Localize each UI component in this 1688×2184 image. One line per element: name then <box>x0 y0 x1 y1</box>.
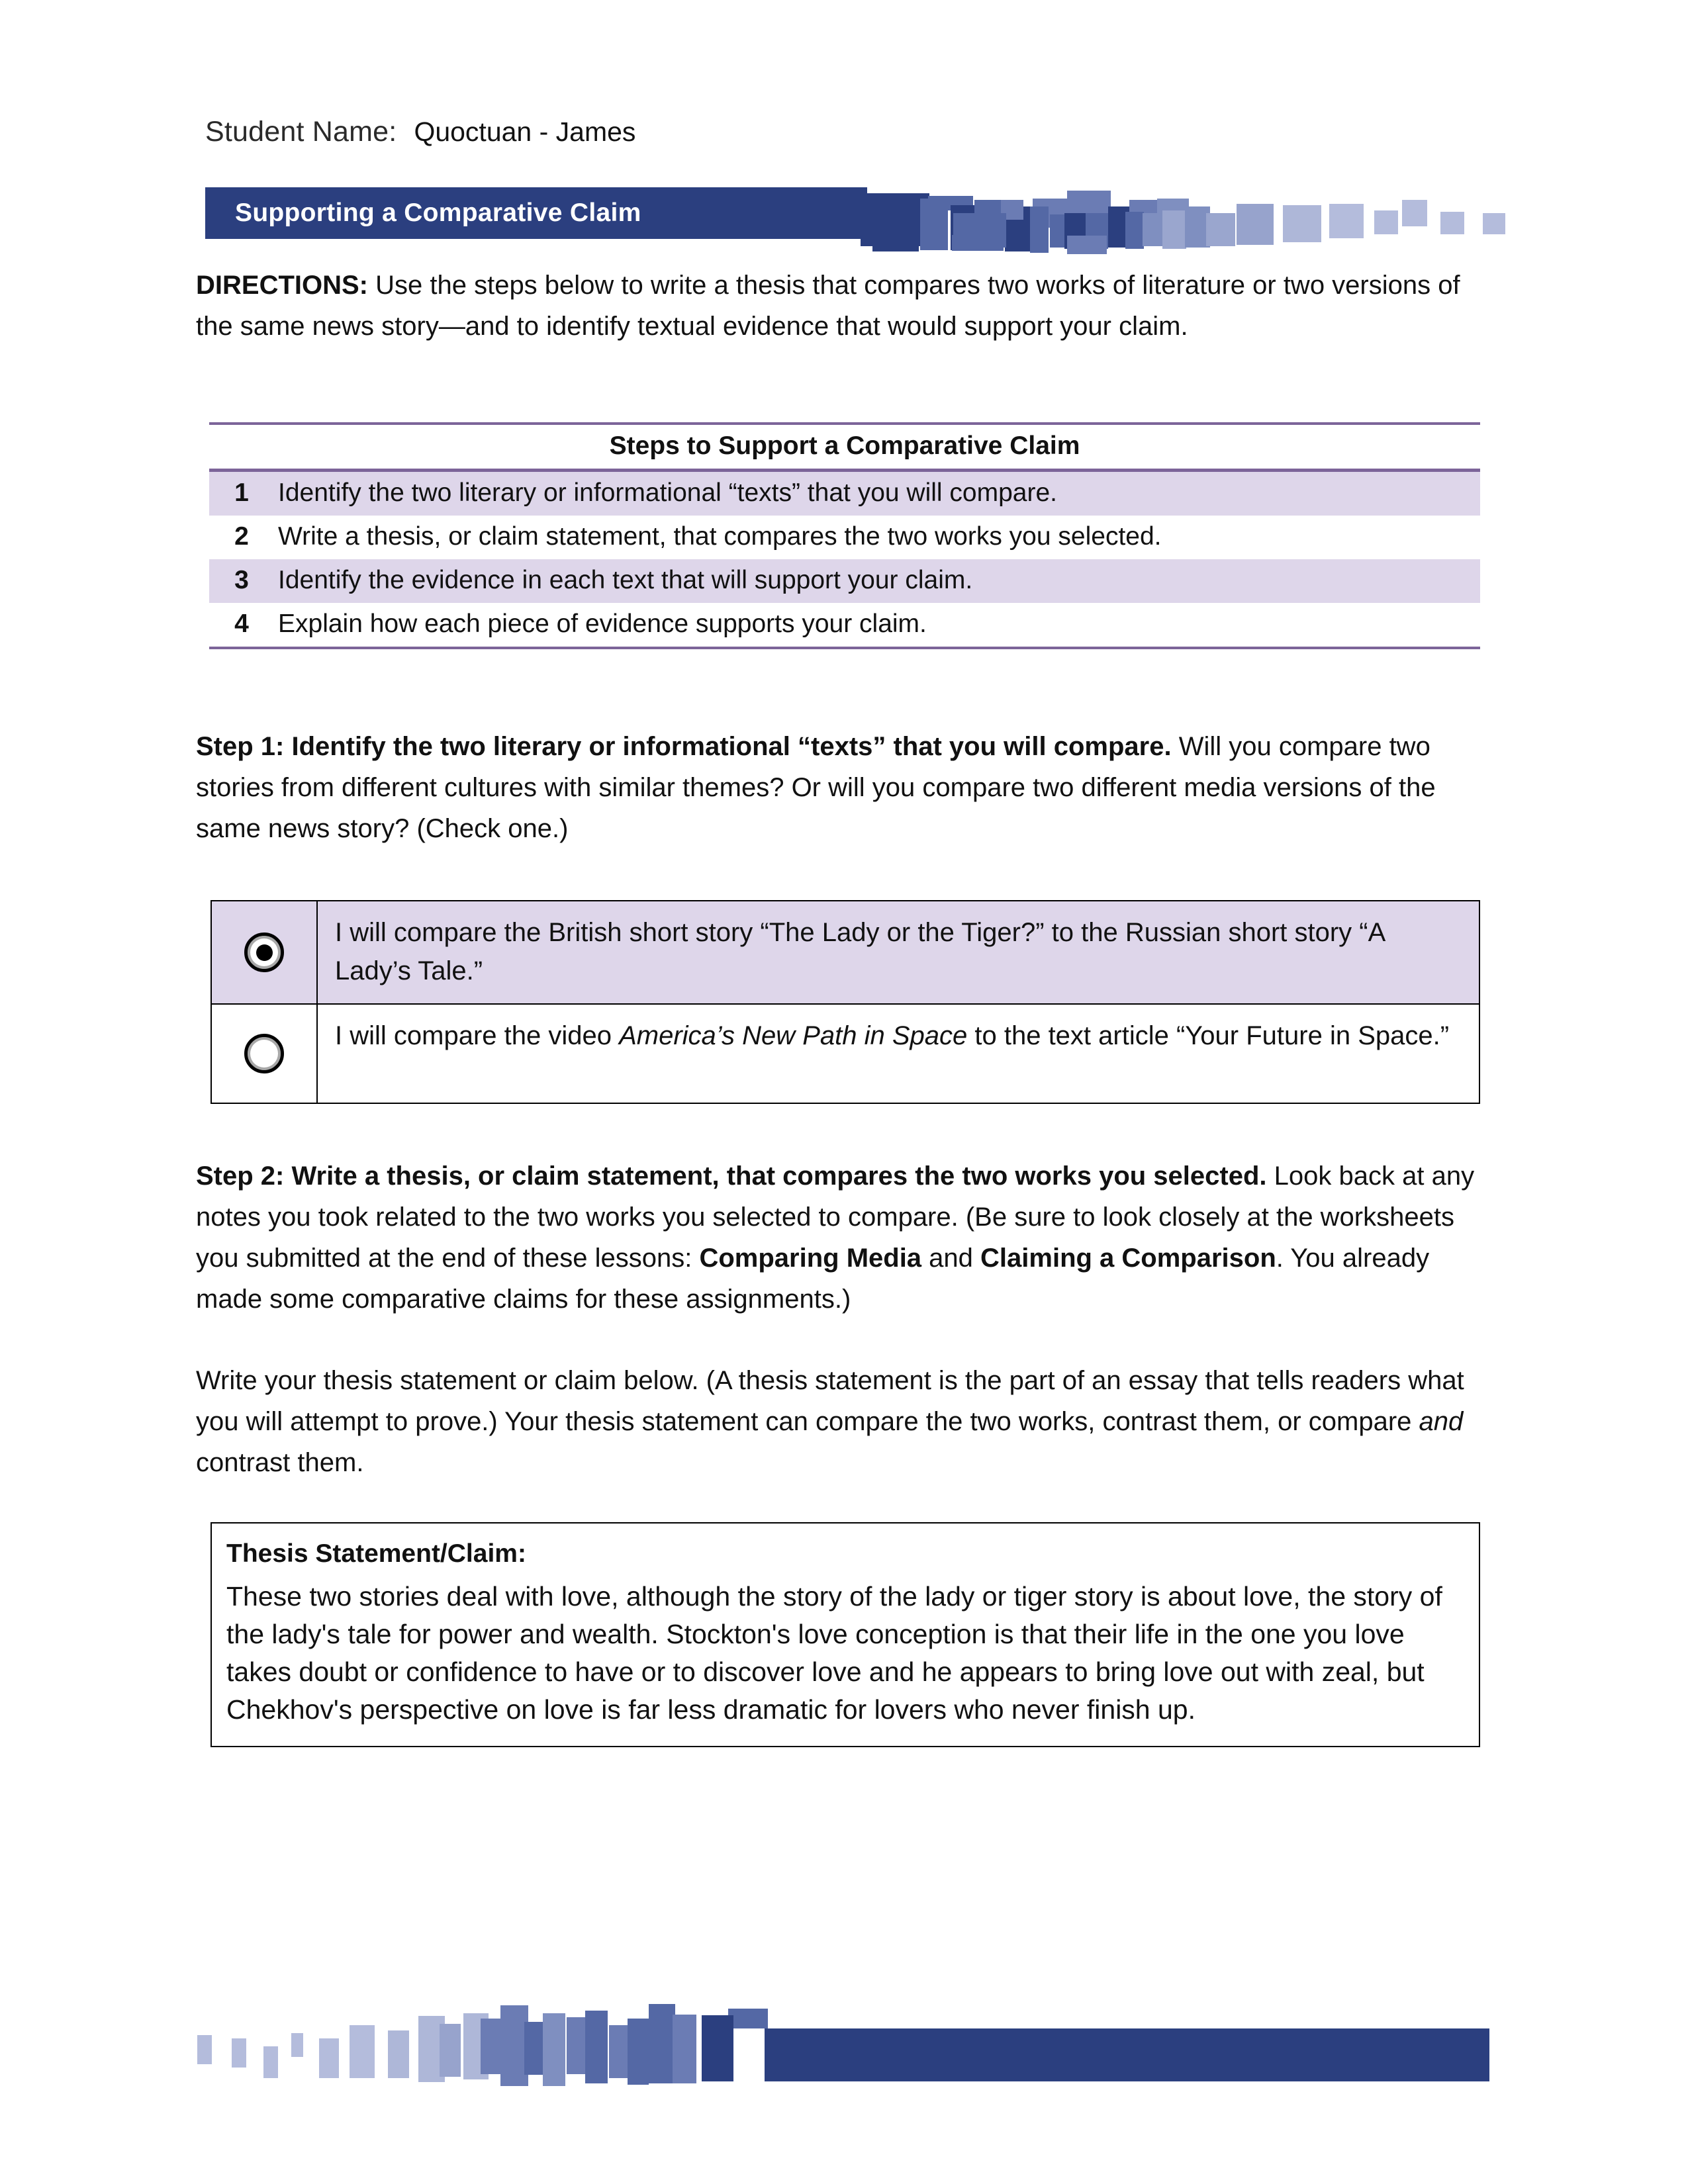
decor-block <box>440 2024 461 2077</box>
footer-decoration-blocks <box>0 0 1688 2184</box>
decor-block <box>585 2011 608 2083</box>
decor-block <box>319 2038 339 2078</box>
decor-block <box>649 2004 675 2083</box>
decor-block <box>609 2025 629 2078</box>
decor-block <box>291 2033 303 2057</box>
decor-block <box>197 2035 212 2064</box>
decor-block <box>728 2009 768 2028</box>
decor-block <box>543 2013 565 2086</box>
decor-block <box>232 2038 246 2068</box>
decor-block <box>388 2030 409 2078</box>
worksheet-page: Student Name: Quoctuan - James Supportin… <box>0 0 1688 2184</box>
decor-block <box>702 2015 733 2081</box>
decor-block <box>263 2046 278 2078</box>
decor-block <box>673 2015 696 2083</box>
decor-block <box>350 2025 375 2078</box>
decor-block <box>628 2019 649 2085</box>
decor-block <box>481 2019 502 2074</box>
